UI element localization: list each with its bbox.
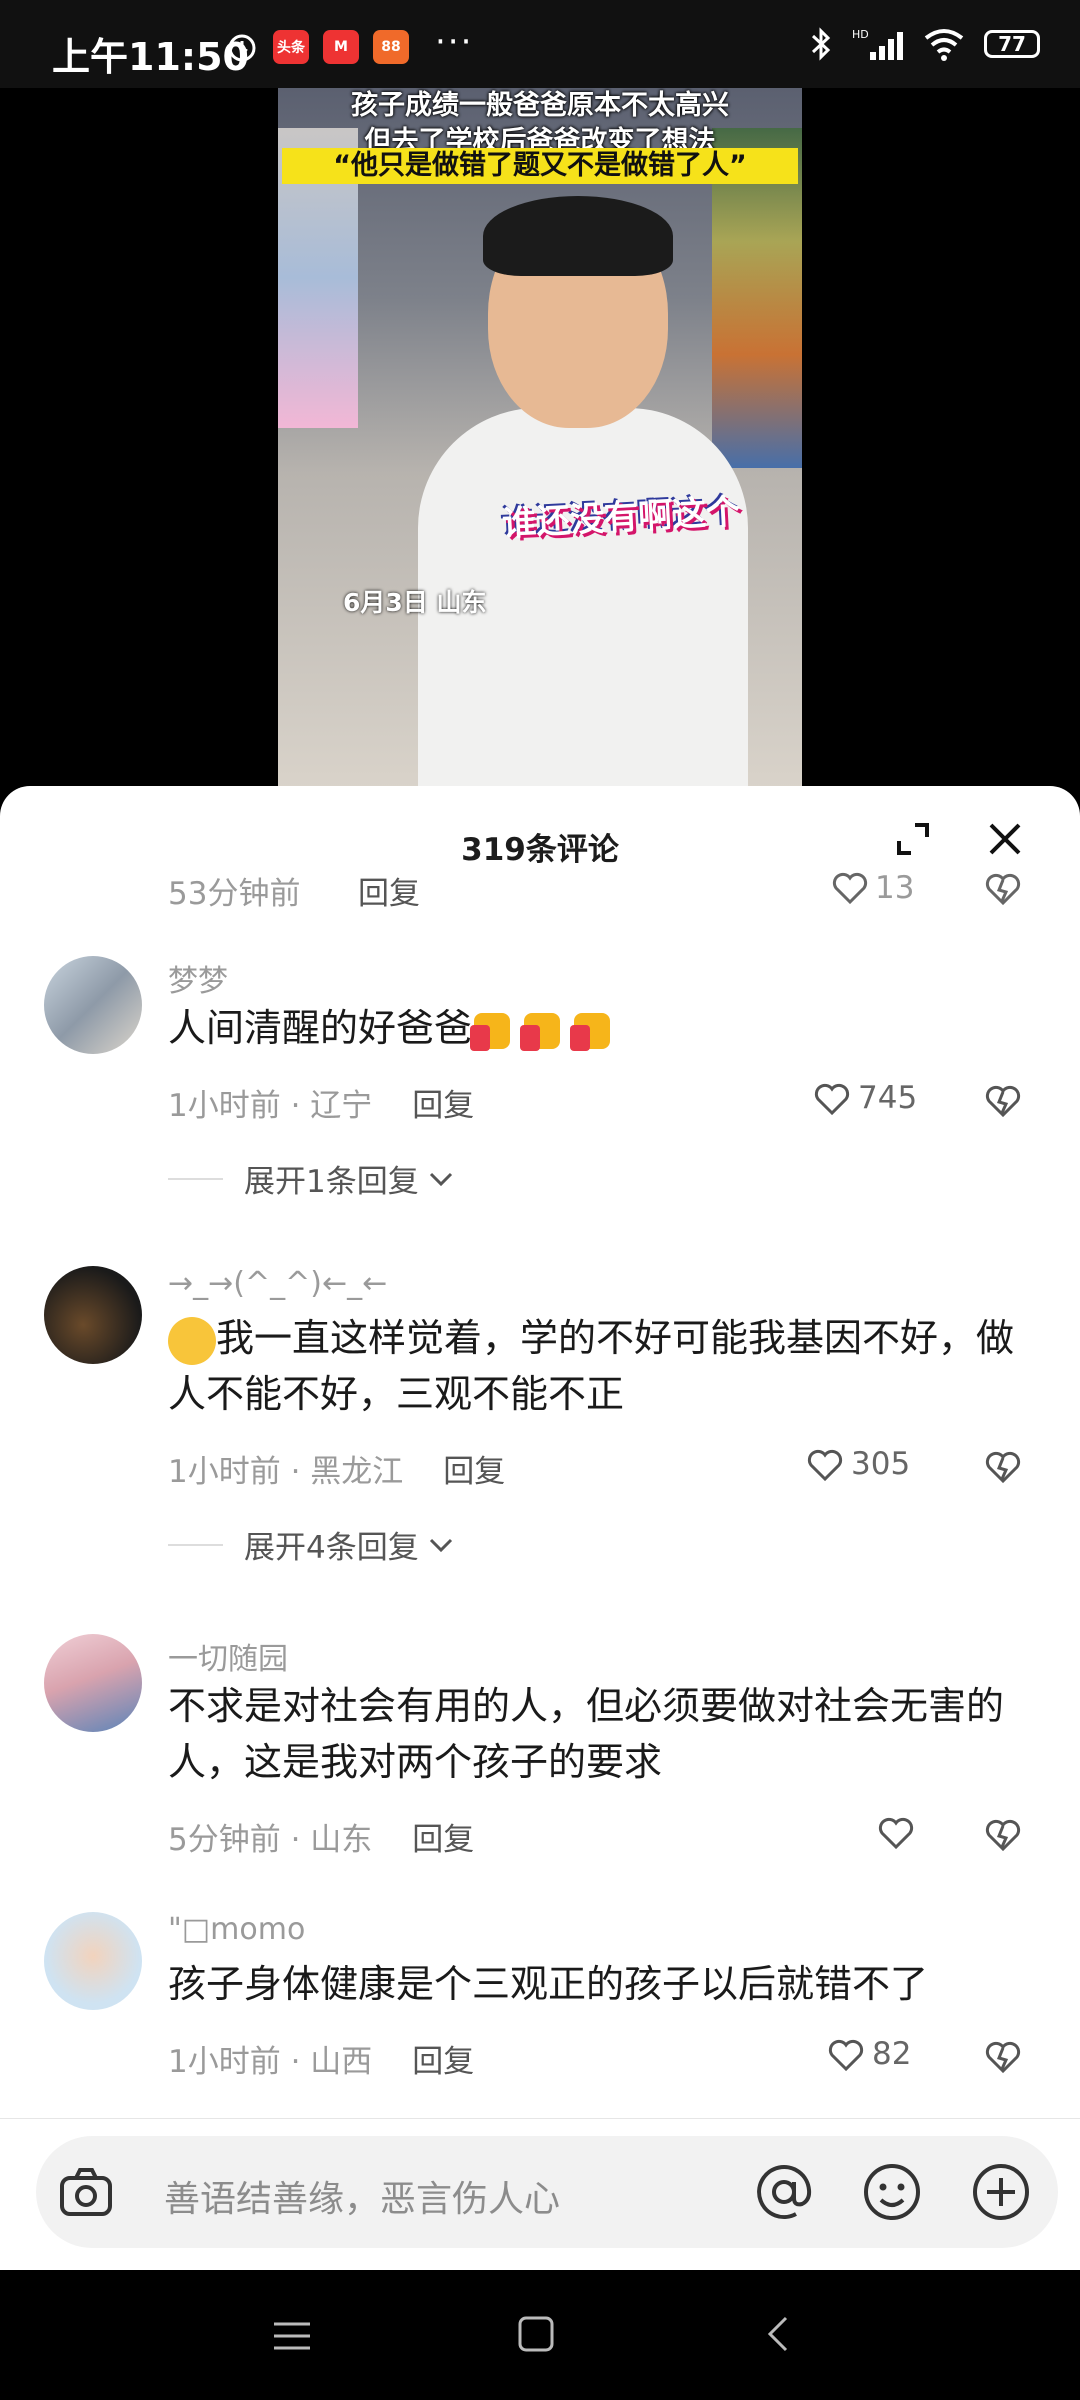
system-nav-bar xyxy=(0,2270,1080,2400)
heart-icon xyxy=(832,872,868,905)
video-date-location: 6月3日 山东 xyxy=(343,588,487,617)
expand-replies-label: 展开4条回复 xyxy=(244,1530,419,1566)
expand-divider xyxy=(168,1544,223,1546)
emoji-icon[interactable] xyxy=(860,2160,924,2224)
thumbs-up-icon xyxy=(520,1012,561,1051)
comment-location: 山东 xyxy=(310,1822,373,1858)
comment-text-body: 我一直这样觉着，学的不好可能我基因不好，做人不能不好，三观不能不正 xyxy=(168,1316,1015,1416)
like-count: 305 xyxy=(851,1446,911,1482)
status-time: 上午11:50 xyxy=(52,35,249,79)
comment-time: 1小时前 xyxy=(168,2044,281,2080)
comment-location: 山西 xyxy=(310,2044,373,2080)
dislike-icon[interactable] xyxy=(983,1446,1023,1484)
avatar[interactable] xyxy=(44,1912,142,2010)
dislike-icon[interactable] xyxy=(983,1080,1023,1118)
comment-location: 辽宁 xyxy=(310,1088,373,1124)
expand-replies-label: 展开1条回复 xyxy=(244,1164,419,1200)
comment-username[interactable]: →_→(^_^)←_← xyxy=(168,1266,387,1301)
comment-text-body: 人间清醒的好爸爸 xyxy=(168,1006,473,1050)
like-button[interactable]: 82 xyxy=(826,2036,911,2072)
heart-icon xyxy=(828,2039,864,2072)
comment-username[interactable]: 梦梦 xyxy=(168,956,228,1000)
reply-button[interactable]: 回复 xyxy=(412,2044,474,2080)
thumbs-up-icon xyxy=(470,1012,511,1051)
like-button[interactable] xyxy=(876,1814,916,1850)
expand-replies-button[interactable]: 展开4条回复 xyxy=(244,1522,455,1567)
heart-icon xyxy=(807,1449,843,1482)
comment-meta: 1小时前 · 辽宁 回复 xyxy=(168,1088,475,1124)
like-button[interactable]: 745 xyxy=(812,1080,917,1116)
chevron-down-icon xyxy=(429,1538,452,1552)
status-left-icons: 头条 M 88 xyxy=(225,30,409,64)
like-count: 745 xyxy=(858,1080,918,1116)
chevron-down-icon xyxy=(429,1172,452,1186)
comment-sheet: 319条评论 53分钟前 回复 13 梦梦 人间清醒的好爸爸 1小时前 · 辽宁… xyxy=(0,786,1080,2270)
wifi-icon xyxy=(924,29,964,61)
comment-text: 人间清醒的好爸爸 xyxy=(168,1000,1038,1056)
previous-comment-like-count: 13 xyxy=(875,870,915,906)
like-count: 82 xyxy=(872,2036,912,2072)
previous-comment-reply-button[interactable]: 回复 xyxy=(358,868,420,908)
video-frame[interactable]: 孩子成绩一般爸爸原本不太高兴 但去了学校后爸爸改变了想法 “他只是做错了题又不是… xyxy=(278,88,802,788)
previous-comment-time: 53分钟前 xyxy=(168,876,301,908)
comment-time: 1小时前 xyxy=(168,1088,281,1124)
at-icon[interactable] xyxy=(752,2160,816,2224)
camera-icon[interactable] xyxy=(58,2164,114,2220)
heart-icon xyxy=(878,1817,914,1850)
app-m-icon: M xyxy=(323,30,359,64)
status-right-icons: HD 77 xyxy=(808,26,1040,62)
dislike-icon[interactable] xyxy=(983,2036,1023,2074)
plus-icon[interactable] xyxy=(969,2160,1033,2224)
input-divider xyxy=(0,2118,1080,2119)
comment-username[interactable]: 一切随园 xyxy=(168,1634,288,1678)
comment-text: 我一直这样觉着，学的不好可能我基因不好，做人不能不好，三观不能不正 xyxy=(168,1310,1038,1422)
dislike-icon[interactable] xyxy=(983,870,1023,906)
dislike-icon[interactable] xyxy=(983,1814,1023,1852)
comment-time: 5分钟前 xyxy=(168,1822,281,1858)
back-icon[interactable] xyxy=(760,2314,800,2354)
comment-username[interactable]: "□momo xyxy=(168,1912,305,1947)
avatar[interactable] xyxy=(44,956,142,1054)
comment-text: 不求是对社会有用的人，但必须要做对社会无害的人，这是我对两个孩子的要求 xyxy=(168,1684,1005,1784)
comment-meta: 5分钟前 · 山东 回复 xyxy=(168,1822,475,1858)
home-icon[interactable] xyxy=(516,2314,556,2354)
reply-button[interactable]: 回复 xyxy=(412,1088,474,1124)
heart-icon xyxy=(814,1083,850,1116)
comment-location: 黑龙江 xyxy=(310,1454,404,1490)
bluetooth-icon xyxy=(811,27,831,61)
expand-divider xyxy=(168,1178,223,1180)
battery-icon: 77 xyxy=(984,30,1040,58)
signal-icon: HD xyxy=(852,28,903,60)
avatar[interactable] xyxy=(44,1266,142,1364)
menu-icon[interactable] xyxy=(270,2316,314,2356)
expand-icon[interactable] xyxy=(893,819,933,859)
reply-button[interactable]: 回复 xyxy=(443,1454,505,1490)
comment-input-placeholder[interactable]: 善语结善缘，恶言伤人心 xyxy=(164,2170,560,2222)
comment-meta: 1小时前 · 山西 回复 xyxy=(168,2044,475,2080)
thumbs-up-icon xyxy=(570,1012,611,1051)
app-toutiao-icon: 头条 xyxy=(273,30,309,64)
comment-text: 孩子身体健康是个三观正的孩子以后就错不了 xyxy=(168,1962,929,2006)
close-icon[interactable] xyxy=(985,819,1025,859)
expand-replies-button[interactable]: 展开1条回复 xyxy=(244,1156,455,1201)
more-notifications-icon: ··· xyxy=(435,22,474,62)
laughing-emoji-icon xyxy=(168,1316,216,1365)
app-88-icon: 88 xyxy=(373,30,409,64)
status-bar: 上午11:50 头条 M 88 ··· HD 77 xyxy=(0,0,1080,88)
comment-meta: 1小时前 · 黑龙江 回复 xyxy=(168,1454,506,1490)
previous-comment-meta: 53分钟前 回复 13 xyxy=(168,868,1028,908)
reply-button[interactable]: 回复 xyxy=(412,1822,474,1858)
alarm-icon xyxy=(228,34,256,62)
svg-text:HD: HD xyxy=(852,28,869,41)
comment-time: 1小时前 xyxy=(168,1454,281,1490)
video-caption-highlight: “他只是做错了题又不是做错了人” xyxy=(282,148,798,184)
previous-comment-like-button[interactable]: 13 xyxy=(831,870,914,906)
avatar[interactable] xyxy=(44,1634,142,1732)
comment-input-bar[interactable]: 善语结善缘，恶言伤人心 xyxy=(36,2136,1058,2248)
video-player[interactable]: 孩子成绩一般爸爸原本不太高兴 但去了学校后爸爸改变了想法 “他只是做错了题又不是… xyxy=(0,88,1080,788)
like-button[interactable]: 305 xyxy=(805,1446,910,1482)
battery-level: 77 xyxy=(998,32,1026,56)
video-caption-line1: 孩子成绩一般爸爸原本不太高兴 xyxy=(351,90,729,121)
video-kid-hair xyxy=(483,196,673,276)
